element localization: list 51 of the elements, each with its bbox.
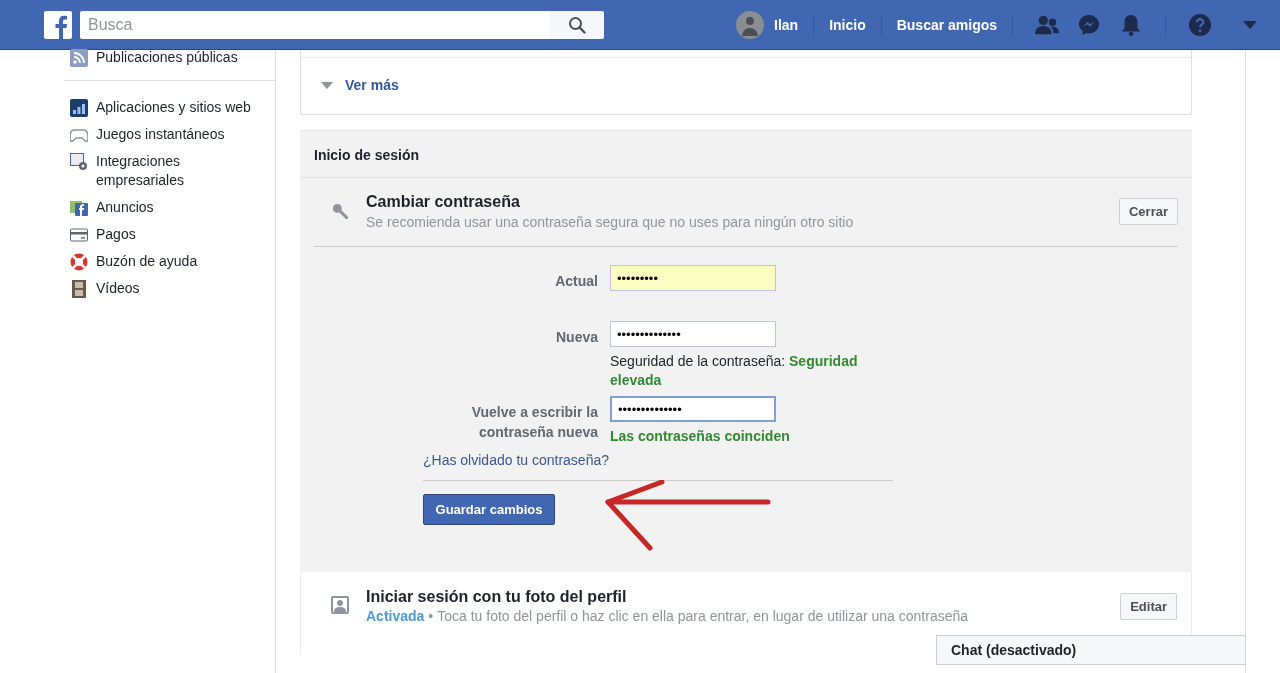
save-button[interactable]: Guardar cambios [423,494,555,525]
search-field[interactable]: Busca [80,10,550,39]
facebook-logo-icon[interactable] [44,10,72,39]
friends-icon[interactable] [1035,13,1060,36]
sidebar-item[interactable]: Buzón de ayuda [64,248,275,275]
search-icon[interactable] [568,15,586,34]
section-title: Inicio de sesión [300,131,1192,178]
chat-bar[interactable]: Chat (desactivado) [936,635,1246,665]
messenger-icon[interactable] [1077,13,1102,36]
setting-title: Iniciar sesión con tu foto del perfil [366,588,628,606]
setting-description: Toca tu foto del perfil o haz clic en ella para entrar, en lugar de utilizar una contraseña [437,608,969,624]
rss-icon [70,49,88,67]
forgot-password-link[interactable]: ¿Has olvidado tu contraseña? [423,452,609,468]
field-note: Las contraseñas coinciden [610,427,791,446]
key-icon [332,203,348,219]
profile-link[interactable]: Ilan [772,16,801,33]
edit-button[interactable]: Editar [1120,593,1177,620]
sidebar-item[interactable]: Pagos [64,221,275,248]
avatar-icon[interactable] [736,10,764,39]
password-field[interactable]: •••••••••••••• [610,321,776,347]
caret-icon [321,81,333,89]
panel-title: Cambiar contraseña [366,193,521,211]
field-note: Seguridad de la contraseña: Seguridad elevada [610,352,859,390]
close-button[interactable]: Cerrar [1118,198,1178,225]
see-more-link[interactable]: Ver más [321,77,399,93]
apps-icon [70,99,88,117]
card-icon [70,226,88,244]
status-label: Activada [366,608,425,624]
sidebar-item[interactable]: Juegos instantáneos [64,121,275,148]
film-icon [70,280,88,298]
field-label: Nueva [554,328,598,347]
password-field[interactable]: ••••••••• [610,265,776,291]
search-button[interactable] [550,10,604,39]
gamepad-icon [70,126,88,144]
sidebar-item[interactable]: Aplicaciones y sitios web [64,94,275,121]
lifebuoy-icon [70,253,88,271]
caret-icon[interactable] [1243,20,1258,29]
sidebar-item[interactable]: Anuncios [64,194,275,221]
panel-subtitle: Se recomienda usar una contraseña segura que no uses para ningún otro sitio [366,214,855,230]
profile-photo-icon [331,596,349,614]
gear-window-icon [70,153,88,171]
ads-icon [70,199,88,217]
sidebar-item[interactable]: Vídeos [64,275,275,302]
sidebar-item[interactable]: Integraciones empresariales [64,148,275,194]
nav-link[interactable]: Inicio [827,16,868,33]
separator-dot: • [428,608,434,624]
nav-link[interactable]: Buscar amigos [894,16,1000,33]
field-label: Vuelve a escribir la contraseña nueva [470,403,598,442]
field-label: Actual [554,272,598,291]
help-icon[interactable] [1188,13,1213,36]
password-field[interactable]: •••••••••••••• [610,396,776,422]
